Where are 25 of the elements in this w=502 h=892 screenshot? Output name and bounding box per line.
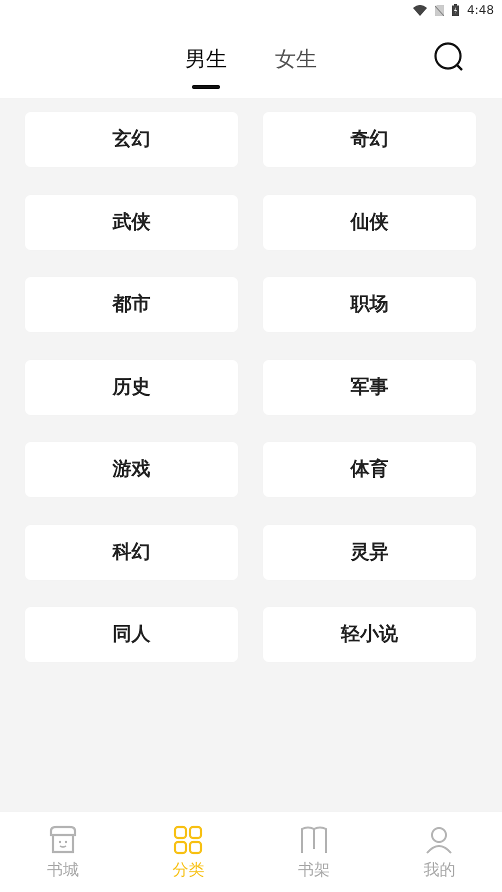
status-time: 4:48 bbox=[467, 2, 494, 19]
grid-icon bbox=[173, 825, 204, 855]
category-button[interactable]: 玄幻 bbox=[25, 112, 238, 167]
category-button[interactable]: 都市 bbox=[25, 277, 238, 332]
category-button[interactable]: 同人 bbox=[25, 607, 238, 662]
category-button[interactable]: 游戏 bbox=[25, 442, 238, 497]
wifi-icon bbox=[413, 4, 428, 16]
search-icon[interactable] bbox=[434, 42, 464, 72]
book-icon bbox=[298, 825, 329, 855]
gender-tab[interactable]: 女生 bbox=[275, 33, 317, 91]
category-button[interactable]: 灵异 bbox=[263, 524, 476, 580]
category-button[interactable]: 武侠 bbox=[25, 194, 238, 250]
no-sim-icon bbox=[435, 4, 444, 16]
category-button[interactable]: 职场 bbox=[263, 277, 476, 332]
category-button[interactable]: 奇幻 bbox=[263, 112, 476, 167]
category-button[interactable]: 科幻 bbox=[25, 524, 238, 580]
category-button[interactable]: 历史 bbox=[25, 360, 238, 414]
store-icon bbox=[48, 825, 78, 855]
person-icon bbox=[424, 825, 454, 855]
gender-tab[interactable]: 男生 bbox=[185, 33, 227, 91]
battery-icon bbox=[452, 4, 460, 16]
category-button[interactable]: 体育 bbox=[263, 442, 476, 497]
category-button[interactable]: 仙侠 bbox=[263, 194, 476, 250]
category-button[interactable]: 轻小说 bbox=[263, 607, 476, 662]
category-button[interactable]: 军事 bbox=[263, 360, 476, 414]
